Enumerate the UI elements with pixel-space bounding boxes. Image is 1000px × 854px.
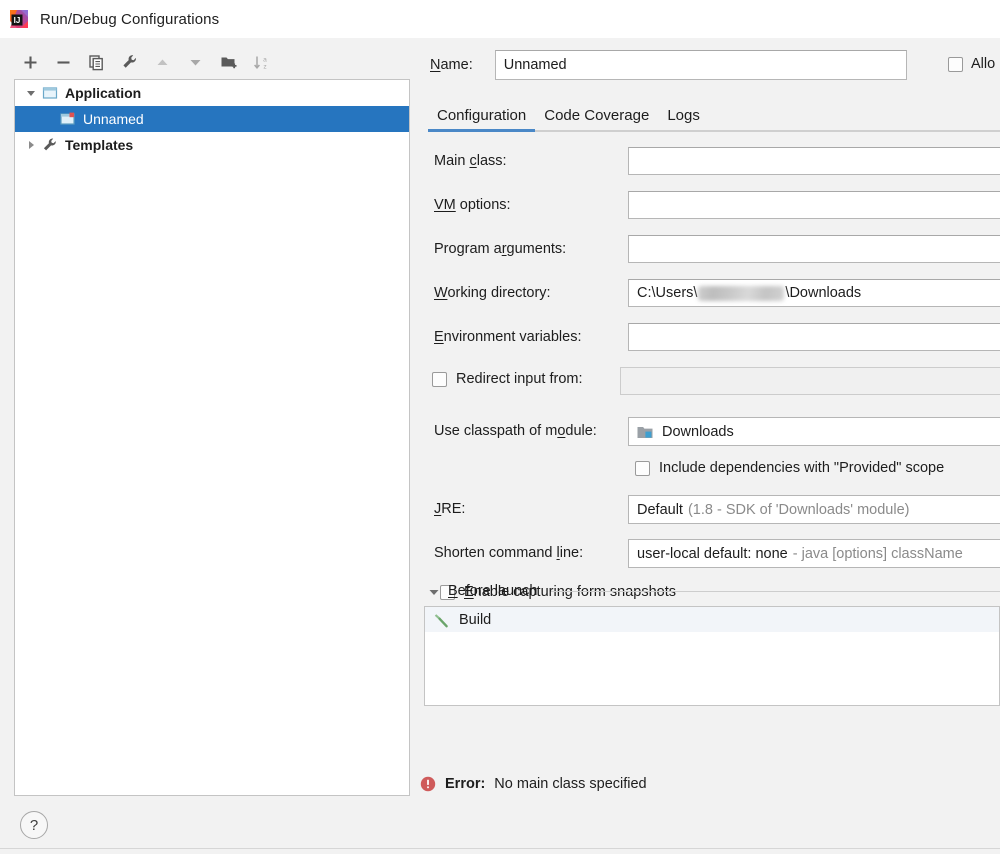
working-directory-suffix: \Downloads	[785, 285, 862, 301]
remove-configuration-button[interactable]	[47, 47, 80, 77]
field-redirect-input: Redirect input from:	[420, 362, 1000, 406]
vm-options-input[interactable]	[628, 191, 1000, 219]
configuration-editor-pane: Name: Unnamed Allo Configuration Code Co…	[420, 38, 1000, 808]
tab-active-underline	[428, 129, 536, 132]
name-row: Name: Unnamed	[430, 50, 907, 80]
move-up-button[interactable]	[146, 47, 179, 77]
configurations-tree[interactable]: Application Unnamed Templates	[14, 79, 410, 796]
include-provided-checkbox[interactable]: Include dependencies with "Provided" sco…	[635, 460, 944, 476]
configuration-icon	[59, 110, 77, 128]
module-combo-value: Downloads	[662, 423, 734, 440]
shorten-command-line-label: Shorten command line:	[434, 545, 584, 561]
configuration-form: Main class: VM options: Program argument…	[420, 142, 1000, 612]
shorten-command-line-combo[interactable]: user-local default: none - java [options…	[628, 539, 1000, 568]
window-title: Run/Debug Configurations	[40, 10, 220, 28]
allow-parallel-run-checkbox[interactable]: Allo	[948, 56, 1000, 72]
hammer-icon	[433, 612, 451, 628]
before-launch-item-build[interactable]: Build	[425, 607, 999, 632]
redirect-input-path-input	[620, 367, 1000, 395]
checkbox-box[interactable]	[635, 460, 650, 476]
field-program-arguments: Program arguments:	[420, 230, 1000, 274]
field-environment-variables: Environment variables:	[420, 318, 1000, 362]
wrench-icon	[41, 136, 59, 154]
svg-text:z: z	[263, 63, 266, 70]
name-input[interactable]: Unnamed	[494, 50, 907, 80]
collapse-caret-icon[interactable]	[428, 585, 440, 597]
field-use-classpath-of-module: Use classpath of module: Downloads	[420, 412, 1000, 456]
intellij-idea-icon: IJ	[8, 8, 30, 30]
jre-value-hint: (1.8 - SDK of 'Downloads' module)	[687, 501, 910, 518]
tab-configuration[interactable]: Configuration	[428, 107, 535, 130]
use-classpath-of-module-label: Use classpath of module:	[434, 423, 597, 439]
working-directory-prefix: C:\Users\	[637, 285, 698, 301]
sort-configurations-button[interactable]: a z	[245, 47, 278, 77]
jre-value: Default	[637, 501, 683, 518]
tree-node-application[interactable]: Application	[15, 80, 409, 106]
allow-parallel-run-label: Allo	[971, 56, 996, 72]
add-configuration-button[interactable]	[14, 47, 47, 77]
tree-node-templates[interactable]: Templates	[15, 132, 409, 158]
title-bar: IJ Run/Debug Configurations	[0, 0, 1000, 38]
working-directory-label: Working directory:	[434, 285, 551, 301]
before-launch-label: Before launch	[448, 583, 538, 599]
module-combo[interactable]: Downloads	[628, 417, 1000, 446]
before-launch-list[interactable]: Build	[424, 606, 1000, 706]
editor-tabs[interactable]: Configuration Code Coverage Logs	[428, 100, 1000, 130]
redirect-input-label: Redirect input from:	[456, 371, 583, 387]
run-debug-configurations-dialog: IJ Run/Debug Configurations a z Applicat…	[0, 0, 1000, 854]
include-provided-label: Include dependencies with "Provided" sco…	[659, 460, 945, 476]
before-launch-header[interactable]: Before launch	[428, 583, 1000, 599]
expand-collapse-caret-icon[interactable]	[23, 85, 39, 101]
tree-node-label: Application	[65, 85, 142, 101]
main-class-input[interactable]	[628, 147, 1000, 175]
vm-options-label: VM options:	[434, 197, 511, 213]
field-shorten-command-line: Shorten command line: user-local default…	[420, 534, 1000, 578]
field-jre: JRE: Default (1.8 - SDK of 'Downloads' m…	[420, 490, 1000, 534]
redacted-username	[698, 285, 785, 301]
field-vm-options: VM options:	[420, 186, 1000, 230]
checkbox-box[interactable]	[432, 371, 447, 387]
move-down-button[interactable]	[179, 47, 212, 77]
edit-templates-button[interactable]	[113, 47, 146, 77]
configurations-toolbar: a z	[14, 45, 410, 79]
error-message: No main class specified	[494, 776, 647, 792]
dialog-bottom-divider	[0, 848, 1000, 849]
redirect-input-checkbox[interactable]: Redirect input from:	[432, 371, 583, 387]
svg-text:IJ: IJ	[14, 16, 21, 25]
program-arguments-label: Program arguments:	[434, 241, 567, 257]
environment-variables-input[interactable]	[628, 323, 1000, 351]
program-arguments-input[interactable]	[628, 235, 1000, 263]
shorten-command-line-value: user-local default: none	[637, 545, 788, 562]
environment-variables-label: Environment variables:	[434, 329, 582, 345]
application-icon	[41, 84, 59, 102]
tab-code-coverage[interactable]: Code Coverage	[535, 107, 658, 130]
error-label: Error:	[445, 776, 486, 792]
jre-combo[interactable]: Default (1.8 - SDK of 'Downloads' module…	[628, 495, 1000, 524]
error-message-row: Error: No main class specified	[420, 776, 647, 792]
tree-node-label: Unnamed	[83, 111, 144, 127]
checkbox-box[interactable]	[948, 56, 963, 72]
working-directory-input[interactable]: C:\Users\ \Downloads	[628, 279, 1000, 307]
field-working-directory: Working directory: C:\Users\ \Downloads	[420, 274, 1000, 318]
new-folder-button[interactable]	[212, 47, 245, 77]
module-icon	[637, 425, 654, 439]
help-button[interactable]: ?	[20, 811, 48, 839]
error-icon	[420, 776, 436, 792]
before-launch-item-label: Build	[459, 611, 492, 628]
svg-text:a: a	[263, 56, 267, 63]
field-main-class: Main class:	[420, 142, 1000, 186]
jre-label: JRE:	[434, 501, 466, 517]
section-divider	[551, 590, 1000, 592]
help-button-label: ?	[29, 816, 39, 834]
shorten-command-line-hint: - java [options] className	[792, 545, 963, 562]
name-label: Name:	[430, 57, 473, 73]
tree-node-unnamed[interactable]: Unnamed	[15, 106, 409, 132]
main-class-label: Main class:	[434, 153, 507, 169]
row-include-provided: Include dependencies with "Provided" sco…	[420, 456, 1000, 490]
expand-collapse-caret-icon[interactable]	[23, 137, 39, 153]
tab-logs[interactable]: Logs	[658, 107, 709, 130]
tree-node-label: Templates	[65, 137, 134, 153]
copy-configuration-button[interactable]	[80, 47, 113, 77]
